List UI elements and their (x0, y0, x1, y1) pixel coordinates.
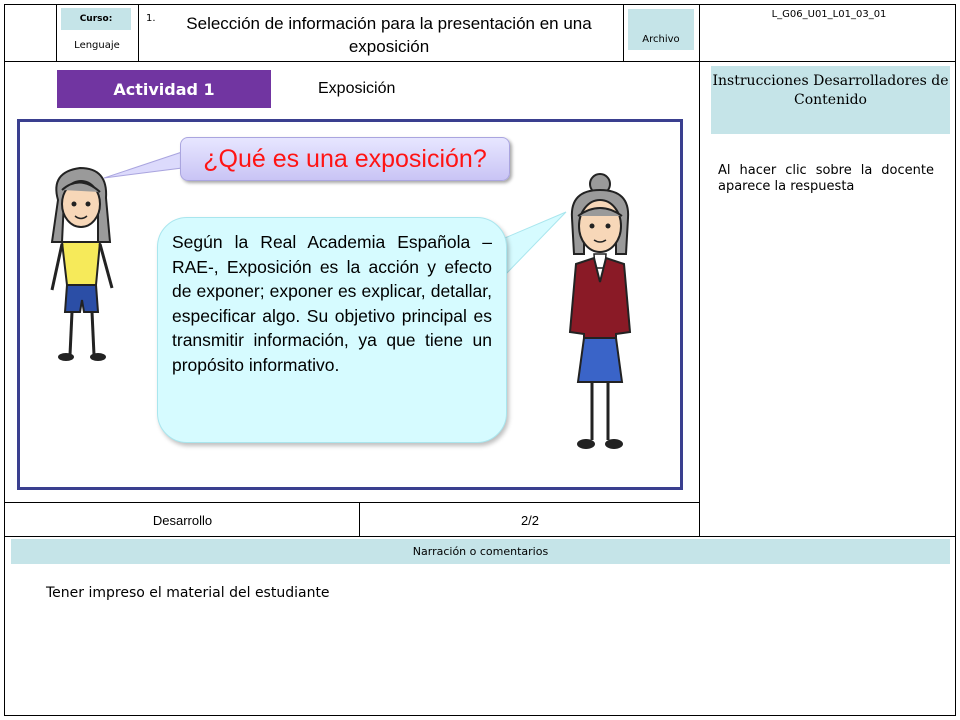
section-label: Desarrollo (152, 513, 213, 528)
grid-line (56, 4, 57, 61)
activity-button[interactable]: Actividad 1 (57, 70, 271, 108)
grid-line (955, 4, 956, 716)
grid-line (4, 61, 956, 62)
question-bubble-tail (104, 151, 183, 179)
lesson-number: 1. (146, 13, 156, 24)
curso-label: Curso: (61, 8, 131, 30)
grid-line (138, 4, 139, 61)
teacher-illustration[interactable] (550, 172, 650, 457)
question-bubble: ¿Qué es una exposición? (180, 137, 510, 181)
grid-line (623, 4, 624, 61)
instructions-title: Instrucciones Desarrolladores de Conteni… (711, 66, 950, 134)
page-title: Selección de información para la present… (186, 14, 592, 56)
student-girl-illustration (50, 166, 114, 361)
activity-topic: Exposición (318, 80, 396, 97)
grid-line (4, 715, 956, 716)
answer-bubble: Según la Real Academia Española –RAE-, E… (157, 217, 507, 443)
subject-label: Lenguaje (74, 40, 120, 51)
narration-title: Narración o comentarios (11, 539, 950, 564)
grid-line (4, 536, 956, 537)
archivo-label: Archivo (628, 9, 694, 50)
instructions-text: Al hacer clic sobre la docente aparece l… (718, 163, 934, 194)
resource-code: L_G06_U01_L01_03_01 (771, 9, 887, 20)
grid-line (4, 4, 956, 5)
grid-line (4, 4, 5, 716)
grid-line (699, 4, 700, 536)
grid-line (4, 502, 700, 503)
page-number: 2/2 (520, 513, 540, 528)
narration-text: Tener impreso el material del estudiante (46, 585, 330, 601)
